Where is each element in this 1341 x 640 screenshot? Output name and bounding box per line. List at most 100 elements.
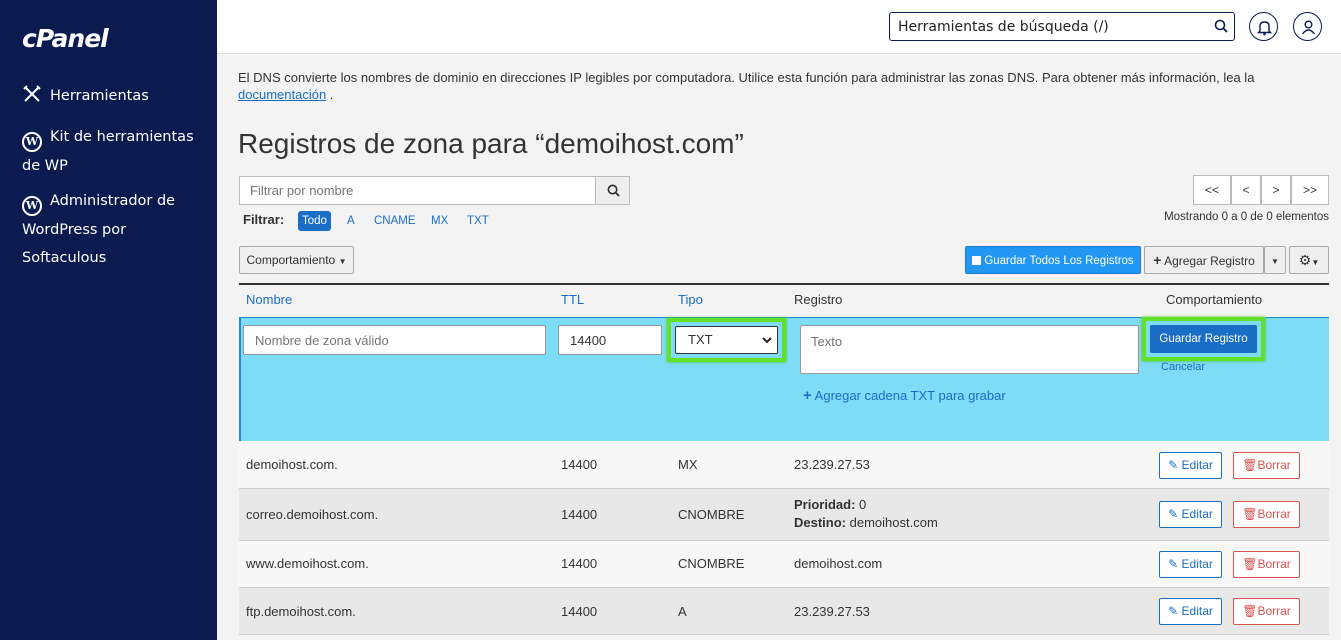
- table-divider: [239, 283, 1329, 285]
- delete-label: Borrar: [1257, 557, 1291, 571]
- save-record-button[interactable]: Guardar Registro: [1150, 325, 1257, 353]
- sidebar-item-tools[interactable]: Herramientas: [22, 82, 202, 110]
- pencil-icon: ✎: [1168, 507, 1179, 521]
- user-icon: [1301, 20, 1316, 35]
- intro-description: El DNS convierte los nombres de dominio …: [238, 70, 1255, 85]
- pencil-icon: ✎: [1168, 458, 1179, 472]
- filter-chip-all[interactable]: Todo: [298, 211, 331, 231]
- settings-dropdown-button[interactable]: ⚙▼: [1289, 246, 1329, 274]
- edit-button[interactable]: ✎ Editar: [1159, 598, 1222, 625]
- intro-after: .: [326, 87, 334, 102]
- record-value: 23.239.27.53: [794, 604, 870, 619]
- column-header-actions: Comportamiento: [1166, 292, 1263, 307]
- page-title: Registros de zona para “demoihost.com”: [238, 128, 744, 159]
- record-ttl: 14400: [561, 507, 598, 522]
- tool-search-input[interactable]: [890, 13, 1190, 40]
- record-ttl: 14400: [561, 556, 598, 571]
- record-type: CNOMBRE: [678, 507, 745, 522]
- edit-button[interactable]: ✎ Editar: [1159, 452, 1222, 479]
- delete-label: Borrar: [1257, 604, 1291, 618]
- record-ttl: 14400: [561, 457, 598, 472]
- add-record-dropdown-button[interactable]: ▼: [1264, 246, 1286, 274]
- priority-label: Prioridad:: [794, 497, 856, 512]
- record-value: 23.239.27.53: [794, 457, 870, 472]
- trash-icon: 🗑: [1242, 604, 1258, 618]
- intro-text: El DNS convierte los nombres de dominio …: [238, 69, 1328, 103]
- zone-name-input[interactable]: [243, 325, 546, 355]
- filter-chip-cname[interactable]: CNAME: [370, 211, 420, 231]
- caret-down-icon: ▼: [1311, 258, 1320, 267]
- edit-button[interactable]: ✎ Editar: [1159, 501, 1222, 528]
- tool-search[interactable]: [889, 12, 1235, 41]
- record-name: www.demoihost.com.: [246, 556, 369, 571]
- trash-icon: 🗑: [1242, 458, 1258, 472]
- cancel-link[interactable]: Cancelar: [1161, 361, 1205, 373]
- edit-label: Editar: [1181, 557, 1213, 571]
- sidebar: cPanel Herramientas W Kit de herramientas…: [0, 0, 217, 640]
- pager-last-button[interactable]: >>: [1291, 175, 1329, 205]
- filter-chip-a[interactable]: A: [343, 211, 359, 231]
- delete-button[interactable]: 🗑Borrar: [1233, 452, 1300, 479]
- filter-chip-mx[interactable]: MX: [427, 211, 452, 231]
- column-header-name[interactable]: Nombre: [246, 292, 292, 307]
- pencil-icon: ✎: [1168, 604, 1179, 618]
- trash-icon: 🗑: [1242, 507, 1258, 521]
- ttl-input[interactable]: [558, 325, 662, 355]
- column-header-ttl[interactable]: TTL: [561, 292, 584, 307]
- add-txt-string-link[interactable]: + Agregar cadena TXT para grabar: [803, 387, 1006, 404]
- sidebar-item-label: Herramientas: [50, 88, 149, 104]
- sidebar-item-wp-toolkit[interactable]: W Kit de herramientas de WP: [22, 123, 202, 180]
- record-type: CNOMBRE: [678, 556, 745, 571]
- tools-icon: [23, 85, 41, 102]
- column-header-record: Registro: [794, 292, 843, 307]
- edit-label: Editar: [1181, 604, 1213, 618]
- record-value: demoihost.com: [794, 556, 883, 571]
- pager-first-button[interactable]: <<: [1193, 175, 1231, 205]
- edit-label: Editar: [1181, 458, 1213, 472]
- record-type-value: TXT: [688, 332, 713, 347]
- gear-icon: ⚙: [1298, 252, 1312, 268]
- destination-value: demoihost.com: [849, 515, 938, 530]
- filter-search-button[interactable]: [595, 176, 630, 205]
- record-type-select[interactable]: TXT: [675, 326, 778, 354]
- delete-button[interactable]: 🗑Borrar: [1233, 551, 1300, 578]
- delete-button[interactable]: 🗑Borrar: [1233, 598, 1300, 625]
- txt-record-input[interactable]: [800, 325, 1139, 374]
- wordpress-icon: W: [22, 196, 42, 216]
- pencil-icon: ✎: [1168, 557, 1179, 571]
- search-icon: [1214, 19, 1228, 33]
- destination-label: Destino:: [794, 515, 846, 530]
- sidebar-item-wp-manager[interactable]: W Administrador de WordPress por Softacul…: [22, 187, 202, 272]
- pager-prev-button[interactable]: <: [1231, 175, 1261, 205]
- save-all-records-button[interactable]: Guardar Todos Los Registros: [965, 246, 1141, 274]
- pager-next-button[interactable]: >: [1261, 175, 1291, 205]
- behavior-label: Comportamiento: [246, 253, 336, 267]
- wordpress-icon: W: [22, 132, 42, 152]
- user-menu-button[interactable]: [1293, 12, 1322, 41]
- record-priority: Prioridad: 0: [794, 497, 866, 512]
- behavior-dropdown-button[interactable]: Comportamiento ▼: [239, 246, 354, 274]
- filter-label: Filtrar:: [243, 212, 285, 227]
- add-record-button[interactable]: + Agregar Registro: [1144, 246, 1264, 274]
- record-name: correo.demoihost.com.: [246, 507, 379, 522]
- delete-button[interactable]: 🗑Borrar: [1233, 501, 1300, 528]
- record-name: demoihost.com.: [246, 457, 338, 472]
- record-type: MX: [678, 457, 698, 472]
- bell-icon: [1256, 21, 1273, 36]
- edit-button[interactable]: ✎ Editar: [1159, 551, 1222, 578]
- priority-value: 0: [859, 497, 867, 512]
- filter-chip-txt[interactable]: TXT: [463, 211, 493, 231]
- cpanel-logo[interactable]: cPanel: [22, 24, 109, 53]
- caret-down-icon: ▼: [338, 257, 347, 266]
- plus-icon: +: [1153, 252, 1162, 268]
- caret-down-icon: ▼: [1271, 257, 1279, 266]
- record-ttl: 14400: [561, 604, 598, 619]
- documentation-link[interactable]: documentación: [238, 87, 326, 102]
- notifications-button[interactable]: [1249, 12, 1278, 41]
- filter-by-name-input[interactable]: [239, 176, 596, 205]
- search-icon: [607, 184, 620, 197]
- record-name: ftp.demoihost.com.: [246, 604, 356, 619]
- pagination-status: Mostrando 0 a 0 de 0 elementos: [1164, 211, 1329, 223]
- edit-label: Editar: [1181, 507, 1213, 521]
- column-header-type[interactable]: Tipo: [678, 292, 703, 307]
